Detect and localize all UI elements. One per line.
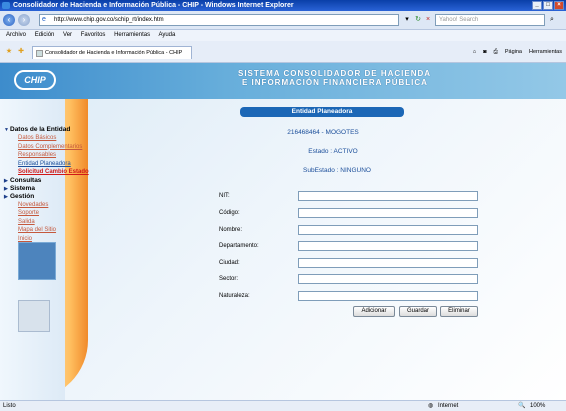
close-button[interactable]: × bbox=[554, 1, 564, 10]
section-label: Consultas bbox=[10, 176, 42, 184]
home-icon[interactable]: ⌂ bbox=[473, 47, 476, 57]
address-input[interactable]: e http://www.chip.gov.co/schip_rt/index.… bbox=[39, 14, 399, 26]
menu-ver[interactable]: Ver bbox=[63, 32, 72, 38]
status-text: Listo bbox=[3, 403, 16, 409]
sidebar-section-datos[interactable]: ▼Datos de la Entidad bbox=[4, 126, 114, 134]
sidebar-item-datos-complementarios[interactable]: Datos Complementarios bbox=[4, 143, 114, 152]
sidebar-item-datos-basicos[interactable]: Datos Básicos bbox=[4, 134, 114, 143]
decorative-blue-square bbox=[18, 242, 56, 280]
naturaleza-field[interactable] bbox=[298, 291, 478, 301]
sidebar-menu: ▼Datos de la Entidad Datos Básicos Datos… bbox=[4, 126, 114, 243]
maximize-button[interactable]: □ bbox=[543, 1, 553, 10]
delete-button[interactable]: Eliminar bbox=[440, 306, 478, 317]
back-button[interactable]: ‹ bbox=[3, 14, 15, 26]
command-bar: ⌂ ◙ ⎙ Página Herramientas bbox=[473, 47, 562, 57]
zone-label: Internet bbox=[438, 403, 459, 409]
sidebar-section-sistema[interactable]: ▶ Sistema bbox=[4, 185, 114, 193]
entity-code-name: 216468464 - MOGOTES bbox=[287, 129, 359, 136]
tab-title: Consolidador de Hacienda e Información P… bbox=[45, 50, 183, 56]
window-controls: _ □ × bbox=[532, 1, 564, 10]
sidebar-item-entidad-planeadora[interactable]: Entidad Planeadora bbox=[4, 160, 114, 169]
entity-subestado: SubEstado : NINGUNO bbox=[303, 167, 371, 174]
add-favorite-icon[interactable]: ✚ bbox=[16, 47, 26, 57]
nit-field[interactable] bbox=[298, 191, 478, 201]
section-label: Sistema bbox=[10, 184, 35, 192]
entity-estado: Estado : ACTIVO bbox=[308, 148, 358, 155]
tools-menu[interactable]: Herramientas bbox=[529, 47, 562, 57]
sidebar-section-consultas[interactable]: ▶ Consultas bbox=[4, 177, 114, 185]
ciudad-field[interactable] bbox=[298, 258, 478, 268]
label-sector: Sector: bbox=[219, 276, 239, 282]
label-departamento: Departamento: bbox=[219, 243, 259, 249]
zoom-icon[interactable]: 🔍 bbox=[518, 401, 525, 411]
internet-zone-icon: ◍ bbox=[428, 403, 434, 409]
address-toolbar: ‹ › e http://www.chip.gov.co/schip_rt/in… bbox=[0, 11, 566, 30]
menu-favoritos[interactable]: Favoritos bbox=[81, 32, 106, 38]
label-naturaleza: Naturaleza: bbox=[219, 293, 250, 299]
menu-archivo[interactable]: Archivo bbox=[6, 32, 26, 38]
sidebar-section-gestion[interactable]: ▶ Gestión bbox=[4, 193, 114, 201]
refresh-icon[interactable]: ↻ bbox=[413, 15, 423, 25]
feeds-icon[interactable]: ◙ bbox=[483, 47, 486, 57]
system-title-line2: E INFORMACIÓN FINANCIERA PÚBLICA bbox=[242, 78, 428, 87]
menu-edicion[interactable]: Edición bbox=[35, 32, 55, 38]
ie-app-icon bbox=[2, 2, 10, 9]
status-bar: Listo ◍ Internet 🔍 100% bbox=[0, 400, 566, 411]
window-titlebar: Consolidador de Hacienda e Información P… bbox=[0, 0, 566, 11]
forward-button[interactable]: › bbox=[18, 14, 30, 26]
page-icon bbox=[36, 50, 43, 57]
label-codigo: Código: bbox=[219, 210, 240, 216]
label-ciudad: Ciudad: bbox=[219, 260, 240, 266]
site-header: CHIP SISTEMA CONSOLIDADOR DE HACIENDA E … bbox=[0, 63, 566, 99]
address-text: http://www.chip.gov.co/schip_rt/index.ht… bbox=[54, 17, 164, 23]
codigo-field[interactable] bbox=[298, 208, 478, 218]
page-menu[interactable]: Página bbox=[505, 47, 522, 57]
decorative-grey-square bbox=[18, 300, 50, 332]
section-label: Gestión bbox=[10, 192, 35, 200]
departamento-field[interactable] bbox=[298, 241, 478, 251]
label-nombre: Nombre: bbox=[219, 227, 243, 233]
dropdown-arrow-icon[interactable]: ▾ bbox=[402, 15, 412, 25]
sidebar-item-salida[interactable]: Salida bbox=[4, 218, 114, 227]
nombre-field[interactable] bbox=[298, 225, 478, 235]
label-nit: NIT: bbox=[219, 193, 230, 199]
sidebar-item-responsables[interactable]: Responsables bbox=[4, 151, 114, 160]
sector-field[interactable] bbox=[298, 274, 478, 284]
sidebar-item-novedades[interactable]: Novedades bbox=[4, 201, 114, 210]
print-icon[interactable]: ⎙ bbox=[493, 47, 497, 57]
system-title: SISTEMA CONSOLIDADOR DE HACIENDA E INFOR… bbox=[238, 69, 431, 87]
add-button[interactable]: Adicionar bbox=[353, 306, 395, 317]
minimize-button[interactable]: _ bbox=[532, 1, 542, 10]
menu-herramientas[interactable]: Herramientas bbox=[114, 32, 150, 38]
system-title-line1: SISTEMA CONSOLIDADOR DE HACIENDA bbox=[238, 69, 432, 78]
sidebar-item-soporte[interactable]: Soporte bbox=[4, 209, 114, 218]
window-title: Consolidador de Hacienda e Información P… bbox=[13, 2, 294, 9]
form-heading: Entidad Planeadora bbox=[240, 107, 404, 117]
tab-bar: ★ ✚ Consolidador de Hacienda e Informaci… bbox=[0, 41, 566, 63]
tab-chip[interactable]: Consolidador de Hacienda e Información P… bbox=[32, 46, 192, 59]
sidebar-item-solicitud-cambio-estado[interactable]: Solicitud Cambio Estado bbox=[4, 168, 114, 177]
favorites-star-icon[interactable]: ★ bbox=[4, 47, 14, 57]
section-label: Datos de la Entidad bbox=[10, 126, 71, 133]
zoom-level[interactable]: 100% bbox=[530, 401, 545, 411]
search-input[interactable]: Yahoo! Search bbox=[435, 14, 545, 26]
sidebar-item-mapa-sitio[interactable]: Mapa del Sitio bbox=[4, 226, 114, 235]
menu-ayuda[interactable]: Ayuda bbox=[158, 32, 175, 38]
chip-logo: CHIP bbox=[14, 70, 56, 90]
search-icon[interactable]: ⌕ bbox=[547, 15, 557, 25]
save-button[interactable]: Guardar bbox=[399, 306, 437, 317]
stop-icon[interactable]: × bbox=[423, 15, 433, 25]
ie-page-icon: e bbox=[42, 16, 46, 23]
menu-bar: Archivo Edición Ver Favoritos Herramient… bbox=[0, 30, 566, 41]
